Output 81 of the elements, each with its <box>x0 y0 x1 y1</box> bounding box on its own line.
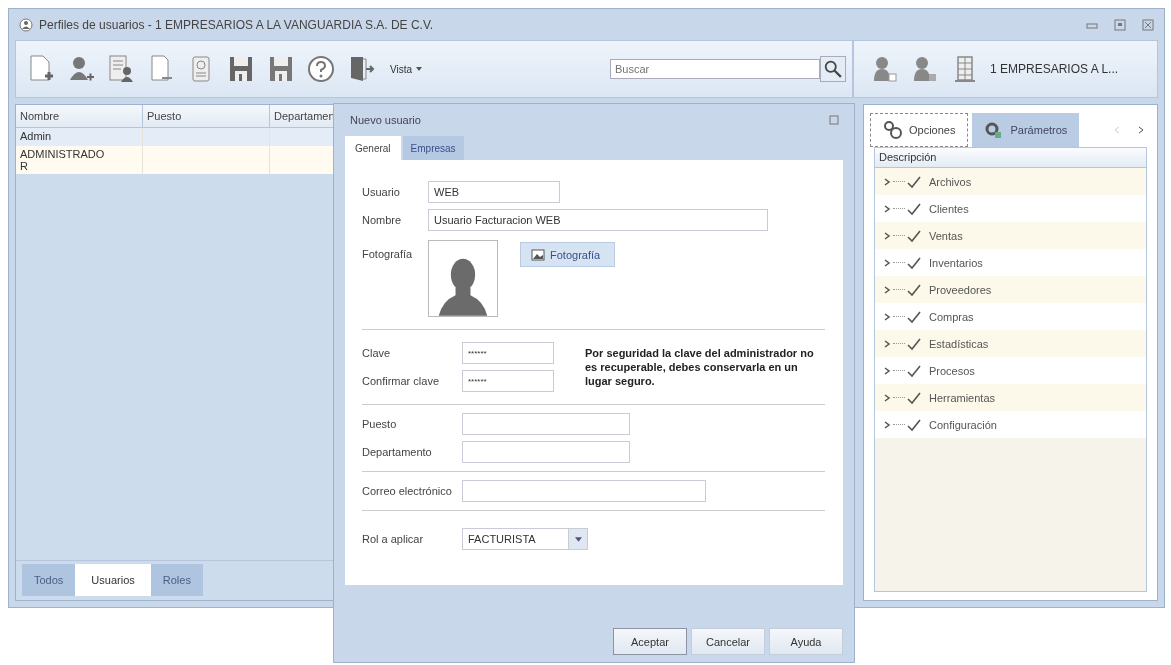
help-icon[interactable] <box>306 54 336 84</box>
dialog-title: Nuevo usuario <box>350 114 421 126</box>
dialog-button[interactable]: Ayuda <box>769 628 843 655</box>
close-icon[interactable] <box>1142 18 1154 31</box>
tree-item[interactable]: Inventarios <box>875 249 1146 276</box>
expand-icon[interactable] <box>883 366 891 375</box>
checkmark-icon[interactable] <box>907 255 921 270</box>
search-button[interactable] <box>820 56 846 82</box>
company-name: 1 EMPRESARIOS A L... <box>990 62 1119 76</box>
tree-item[interactable]: Procesos <box>875 357 1146 384</box>
dialog-button[interactable]: Cancelar <box>691 628 765 655</box>
tab[interactable]: Todos <box>22 564 76 596</box>
tree-item[interactable]: Herramientas <box>875 384 1146 411</box>
checkmark-icon[interactable] <box>907 363 921 378</box>
expand-icon[interactable] <box>883 204 891 213</box>
tree-item[interactable]: Archivos <box>875 168 1146 195</box>
expand-icon[interactable] <box>883 312 891 321</box>
tree-item[interactable]: Compras <box>875 303 1146 330</box>
input-field[interactable]: Usuario Facturacion WEB <box>428 209 768 231</box>
input-field[interactable] <box>462 480 706 502</box>
checkmark-icon[interactable] <box>907 201 921 216</box>
field-label: Puesto <box>362 418 398 430</box>
password-field[interactable]: ****** <box>462 370 554 392</box>
caret-icon <box>416 67 423 71</box>
expand-icon[interactable] <box>883 258 891 267</box>
field-label: Confirmar clave <box>362 375 441 387</box>
checkmark-icon[interactable] <box>907 282 921 297</box>
image-icon <box>531 247 545 262</box>
app-icon <box>19 17 33 32</box>
window-title: Perfiles de usuarios - 1 EMPRESARIOS A LA VANGUARDIA S.A. DE C.V. <box>39 17 434 32</box>
table-cell-text: Admin <box>20 130 53 142</box>
field-label: Departamento <box>362 446 433 458</box>
tree-item[interactable]: Configuración <box>875 411 1146 438</box>
view-menu-button[interactable]: Vista <box>386 61 427 77</box>
tab[interactable]: Opciones <box>870 113 969 147</box>
gears-icon <box>883 120 903 140</box>
input-field[interactable]: WEB <box>428 181 560 203</box>
input-field[interactable] <box>462 441 630 463</box>
dialog-button[interactable]: Aceptar <box>613 628 687 655</box>
table-cell-text: ADMINISTRADOR <box>20 148 106 172</box>
password-field[interactable]: ****** <box>462 342 554 364</box>
field-label: Fotografía <box>362 247 414 260</box>
search-field[interactable]: Buscar <box>610 59 820 79</box>
checkmark-icon[interactable] <box>907 309 921 324</box>
expand-icon[interactable] <box>883 177 891 186</box>
tree-item[interactable]: Ventas <box>875 222 1146 249</box>
field-label: Nombre <box>362 214 403 226</box>
tree-item[interactable]: Proveedores <box>875 276 1146 303</box>
column-header[interactable]: Nombre <box>16 105 143 127</box>
checkmark-icon[interactable] <box>907 174 921 189</box>
checkmark-icon[interactable] <box>907 417 921 432</box>
tab[interactable]: Usuarios <box>75 564 151 596</box>
field-label: Correo electrónico <box>362 485 453 497</box>
expand-icon[interactable] <box>883 339 891 348</box>
search-icon <box>824 60 842 78</box>
tab[interactable]: Empresas <box>402 136 464 160</box>
checkmark-icon[interactable] <box>907 228 921 243</box>
restore-icon[interactable] <box>1114 18 1126 31</box>
scroll-right-icon[interactable] <box>1137 126 1145 134</box>
expand-icon[interactable] <box>883 420 891 429</box>
input-field[interactable] <box>462 413 630 435</box>
column-header[interactable]: Puesto <box>143 105 270 127</box>
photo-button[interactable]: Fotografía <box>520 242 616 267</box>
expand-icon[interactable] <box>883 231 891 240</box>
tree-item[interactable]: Estadísticas <box>875 330 1146 357</box>
tab[interactable]: General <box>345 136 401 160</box>
expand-icon[interactable] <box>883 393 891 402</box>
user-document-icon[interactable] <box>106 54 136 84</box>
expand-icon[interactable] <box>883 285 891 294</box>
security-note: Por seguridad la clave del administrador no es recuperable, debes conservarla en un lugar seguro. <box>585 346 815 388</box>
field-label: Usuario <box>362 186 401 198</box>
tab[interactable]: Parámetros <box>972 113 1080 147</box>
field-label: Rol a aplicar <box>362 533 425 545</box>
checkmark-icon[interactable] <box>907 336 921 351</box>
column-header[interactable]: Descripción <box>875 148 1146 168</box>
tab[interactable]: Roles <box>150 564 203 596</box>
role-dropdown[interactable]: FACTURISTA <box>462 528 588 550</box>
checkmark-icon[interactable] <box>907 390 921 405</box>
tree-item[interactable]: Clientes <box>875 195 1146 222</box>
caret-icon <box>574 536 582 542</box>
field-label: Clave <box>362 347 392 359</box>
